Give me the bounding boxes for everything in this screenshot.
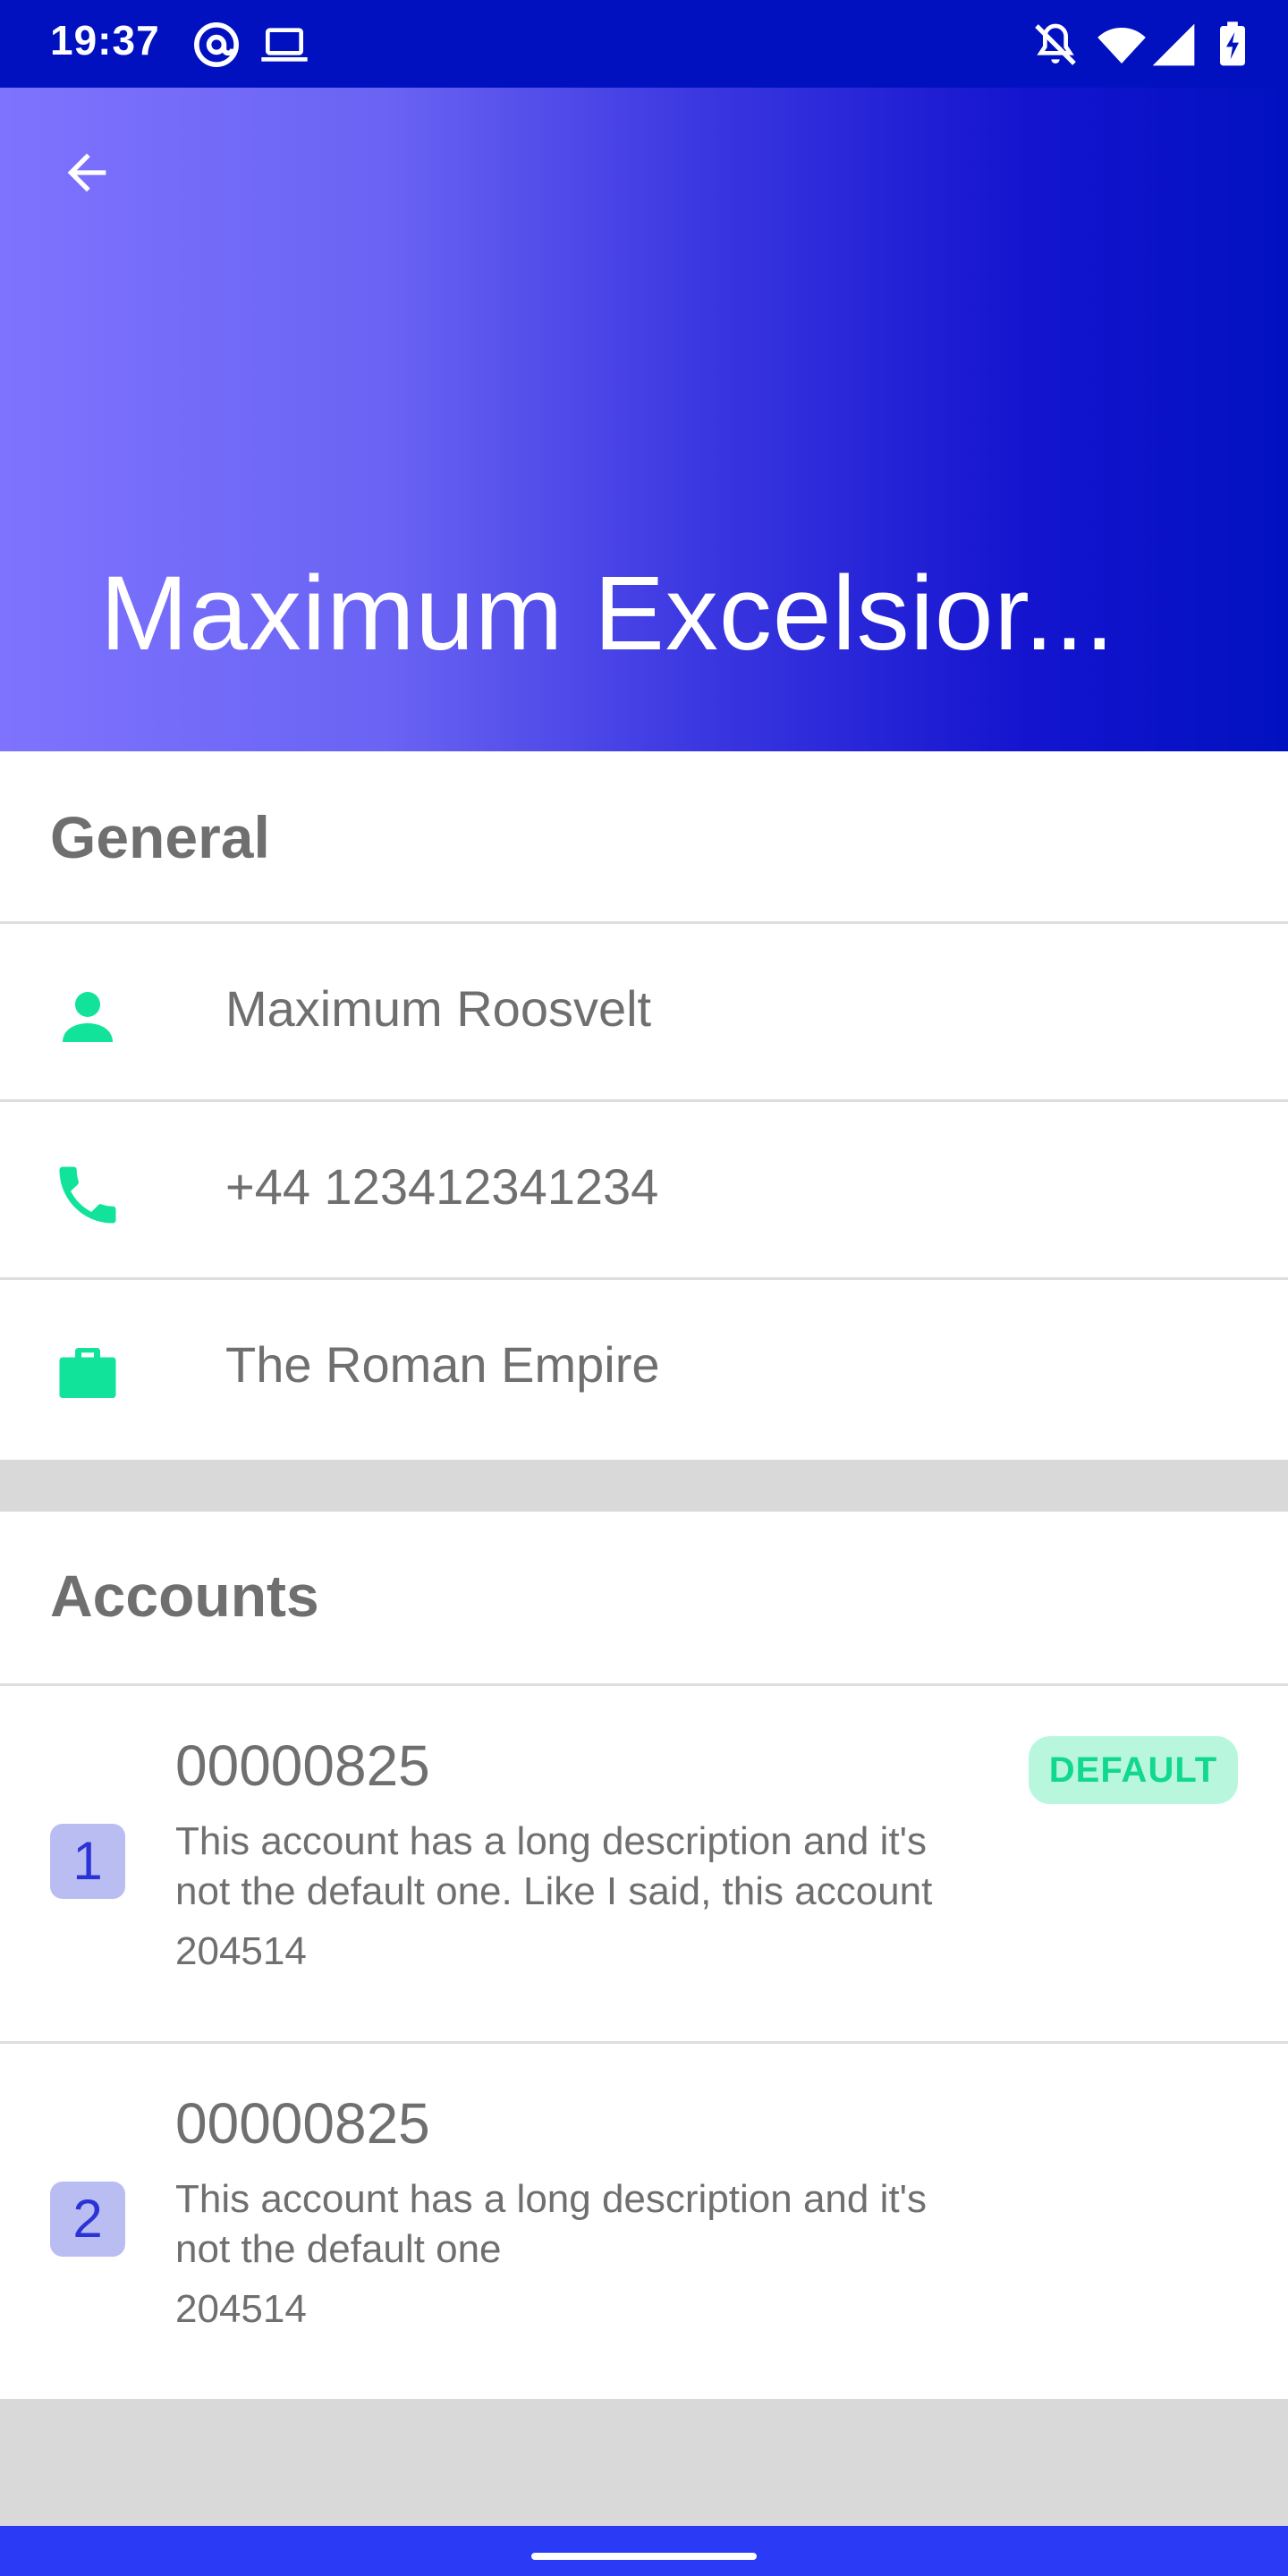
at-sign-icon [194, 22, 239, 67]
briefcase-icon [59, 1348, 116, 1398]
account-number: 00000825 [175, 2091, 430, 2156]
contact-company: The Roman Empire [225, 1336, 660, 1393]
section-title-general: General [50, 804, 270, 870]
account-description: This account has a long description and … [175, 2177, 927, 2271]
phone-icon [59, 1166, 116, 1224]
account-index-badge: 2 [50, 2182, 125, 2257]
wifi-icon [1097, 27, 1146, 64]
account-code: 204514 [175, 1929, 307, 1973]
home-gesture-handle[interactable] [531, 2553, 757, 2560]
page-title: Maximum Excelsior... [100, 555, 1115, 673]
navigation-bar [0, 2526, 1288, 2576]
general-section: General Maximum Roosvelt +44 12341234123… [0, 751, 1288, 1460]
account-description: This account has a long description and … [175, 1819, 933, 1913]
app-header: Maximum Excelsior... [0, 88, 1288, 751]
arrow-back-icon [67, 153, 106, 192]
section-title-accounts: Accounts [50, 1563, 319, 1629]
contact-phone: +44 123412341234 [225, 1158, 659, 1215]
contact-name-row[interactable]: Maximum Roosvelt [0, 924, 1288, 1099]
contact-company-row[interactable]: The Roman Empire [0, 1280, 1288, 1455]
account-code: 204514 [175, 2287, 307, 2331]
account-index-badge: 1 [50, 1824, 125, 1899]
person-icon [63, 992, 113, 1042]
laptop-icon [261, 28, 308, 62]
account-number: 00000825 [175, 1733, 430, 1798]
account-item[interactable]: 1 00000825 DEFAULT This account has a lo… [0, 1686, 1288, 2042]
accounts-section: Accounts 1 00000825 DEFAULT This account… [0, 1512, 1288, 2399]
contact-name: Maximum Roosvelt [225, 980, 652, 1037]
contact-phone-row[interactable]: +44 123412341234 [0, 1102, 1288, 1277]
notifications-off-icon [1035, 23, 1076, 65]
signal-icon [1152, 23, 1195, 66]
battery-charging-icon [1220, 21, 1245, 66]
account-item[interactable]: 2 00000825 This account has a long descr… [0, 2044, 1288, 2400]
default-badge: DEFAULT [1029, 1736, 1238, 1804]
status-time: 19:37 [50, 17, 160, 64]
back-button[interactable] [47, 132, 127, 213]
status-bar: 19:37 [0, 0, 1288, 88]
